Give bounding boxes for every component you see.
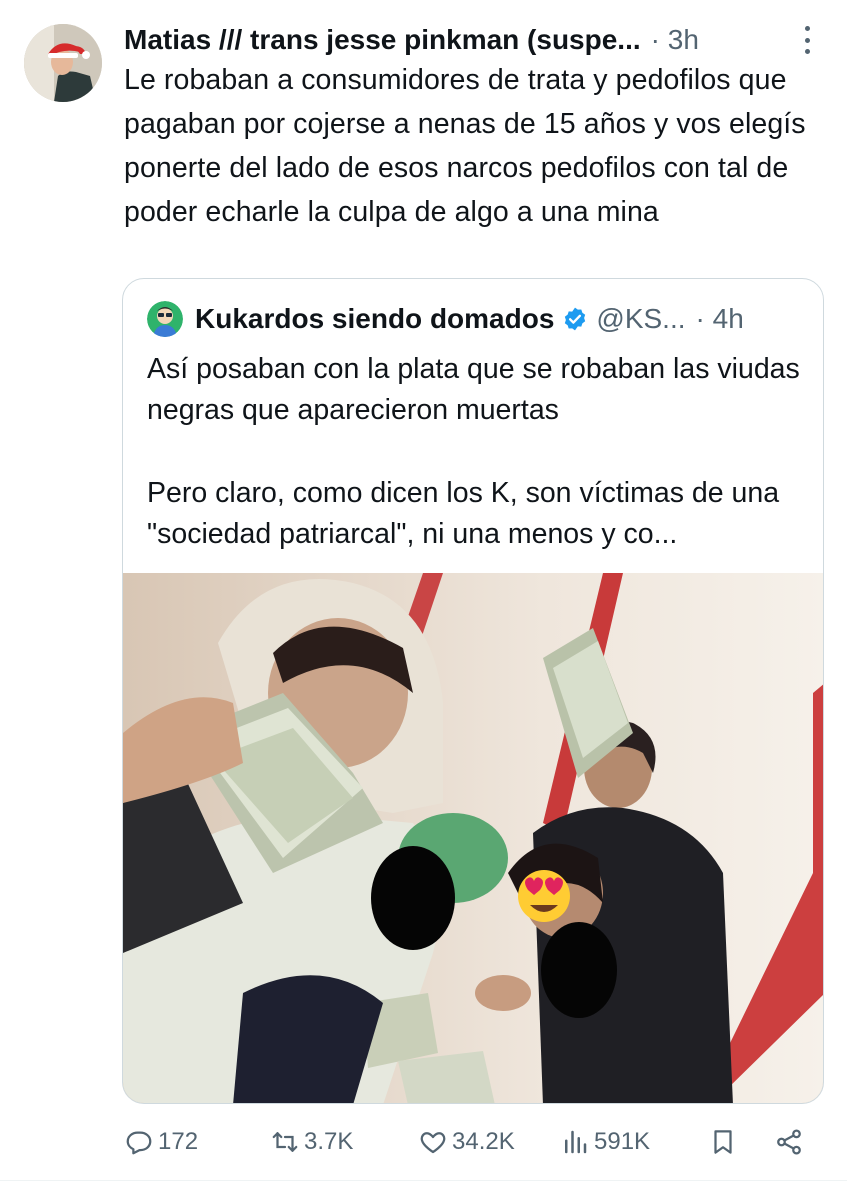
author-avatar[interactable]	[24, 24, 102, 102]
quoted-author-avatar[interactable]	[147, 301, 183, 337]
share-button[interactable]	[774, 1120, 804, 1164]
quoted-text-paragraph-1: Así posaban con la plata que se robaban …	[147, 353, 800, 426]
bookmark-icon	[714, 1130, 732, 1154]
quoted-author-name[interactable]: Kukardos siendo domados	[195, 303, 554, 335]
quoted-tweet-time[interactable]: · 4h	[696, 303, 744, 335]
author-name[interactable]: Matias /// trans jesse pinkman (suspe...	[124, 24, 641, 56]
tweet-divider	[0, 1180, 847, 1181]
quoted-tweet-text: Así posaban con la plata que se robaban …	[147, 349, 807, 555]
quoted-tweet-photo[interactable]	[123, 573, 823, 1103]
retweet-button[interactable]: 3.7K	[270, 1120, 353, 1164]
cartoon-avatar-icon	[147, 301, 183, 337]
like-count: 34.2K	[452, 1128, 515, 1155]
views-count: 591K	[594, 1128, 651, 1155]
reply-icon	[126, 1131, 152, 1155]
retweet-count: 3.7K	[304, 1128, 354, 1155]
quoted-text-paragraph-2: Pero claro, como dicen los K, son víctim…	[147, 477, 780, 550]
views-button[interactable]: 591K	[560, 1120, 650, 1164]
heart-eyes-emoji	[518, 870, 570, 922]
retweet-icon	[272, 1132, 298, 1152]
reply-button[interactable]: 172	[124, 1120, 198, 1164]
tweet-text: Le robaban a consumidores de trata y ped…	[124, 64, 806, 228]
photo-group-with-money	[123, 573, 823, 1103]
views-chart-icon	[565, 1130, 587, 1154]
quoted-tweet[interactable]: Kukardos siendo domados @KS... · 4h Así …	[122, 278, 824, 1104]
quoted-tweet-header: Kukardos siendo domados @KS... · 4h	[147, 299, 807, 339]
quoted-author-handle[interactable]: @KS...	[596, 303, 685, 335]
heart-icon	[420, 1132, 446, 1154]
more-options-icon[interactable]	[802, 26, 812, 54]
tweet-header: Matias /// trans jesse pinkman (suspe...…	[124, 20, 824, 60]
user-avatar-icon	[24, 24, 102, 102]
bookmark-button[interactable]	[708, 1120, 738, 1164]
tweet-actions: 172 3.7K 34.2K 591K	[124, 1120, 814, 1164]
verified-badge-icon	[565, 307, 586, 331]
share-icon	[777, 1129, 801, 1155]
tweet[interactable]: Matias /// trans jesse pinkman (suspe...…	[0, 0, 847, 1200]
like-button[interactable]: 34.2K	[418, 1120, 515, 1164]
reply-count: 172	[158, 1128, 199, 1155]
tweet-time[interactable]: · 3h	[651, 24, 699, 56]
